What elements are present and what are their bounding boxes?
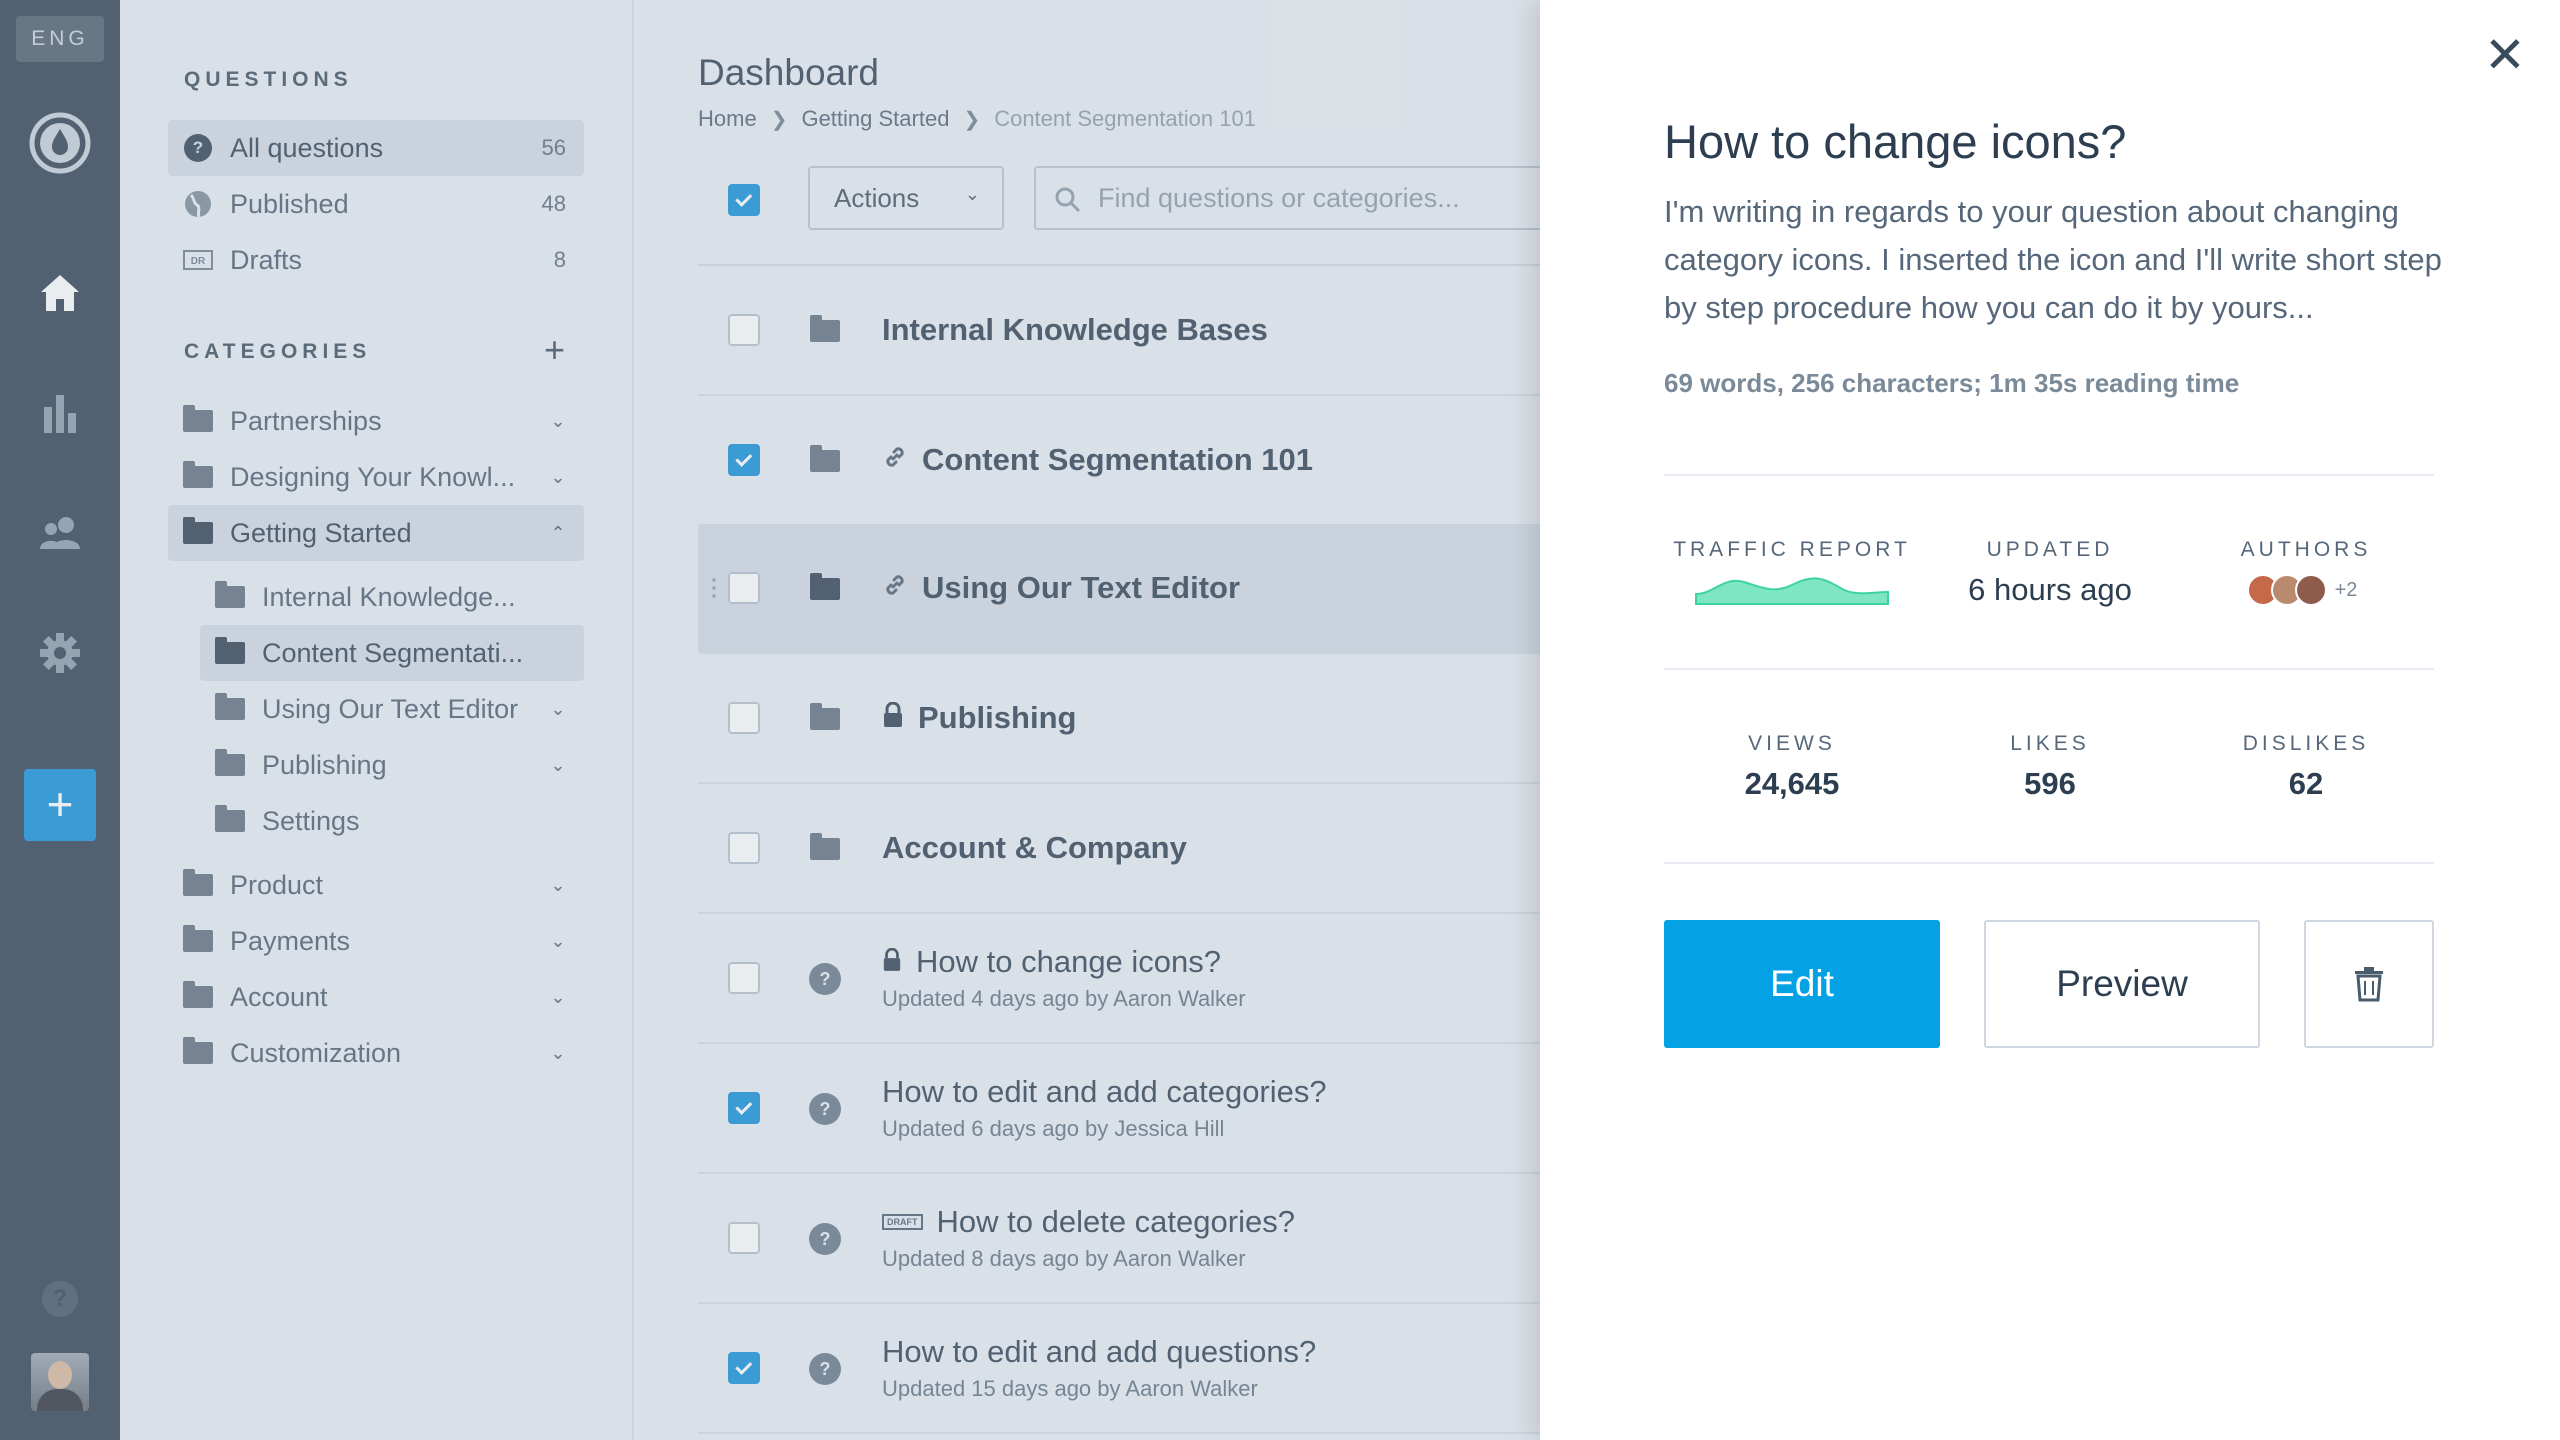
authors-avatars[interactable]: +2 (2178, 574, 2434, 606)
views-label: VIEWS (1748, 732, 1836, 755)
divider (1664, 668, 2434, 670)
panel-excerpt: I'm writing in regards to your question … (1664, 194, 2442, 325)
avatar (2294, 574, 2327, 606)
dislikes-value: 62 (2288, 766, 2324, 801)
authors-stat: AUTHORS +2 (2178, 538, 2434, 606)
preview-button[interactable]: Preview (1984, 920, 2260, 1048)
close-icon[interactable]: ✕ (2484, 30, 2526, 80)
authors-label: AUTHORS (2240, 538, 2372, 561)
trash-icon (2355, 967, 2383, 1002)
divider (1664, 862, 2434, 864)
divider (1664, 474, 2434, 476)
modal-backdrop[interactable] (0, 0, 1540, 1440)
likes-value: 596 (2024, 766, 2076, 801)
views-stat: VIEWS 24,645 (1664, 732, 1920, 802)
traffic-report: TRAFFIC REPORT (1664, 538, 1920, 611)
panel-stats-text: 69 words, 256 characters; 1m 35s reading… (1664, 368, 2240, 398)
updated-value: 6 hours ago (1968, 572, 2132, 607)
question-detail-panel: ✕ How to change icons? I'm writing in re… (1540, 0, 2560, 1440)
updated-label: UPDATED (1986, 538, 2114, 561)
edit-button[interactable]: Edit (1664, 920, 1940, 1048)
views-value: 24,645 (1744, 766, 1840, 801)
dislikes-stat: DISLIKES 62 (2178, 732, 2434, 802)
authors-more: +2 (2334, 578, 2358, 601)
likes-label: LIKES (2010, 732, 2090, 755)
likes-stat: LIKES 596 (1922, 732, 2178, 802)
panel-title: How to change icons? (1664, 115, 2127, 168)
traffic-label: TRAFFIC REPORT (1673, 538, 1911, 561)
updated-stat: UPDATED 6 hours ago (1922, 538, 2178, 608)
dislikes-label: DISLIKES (2242, 732, 2370, 755)
delete-button[interactable] (2304, 920, 2434, 1048)
traffic-sparkline (1695, 577, 1889, 605)
